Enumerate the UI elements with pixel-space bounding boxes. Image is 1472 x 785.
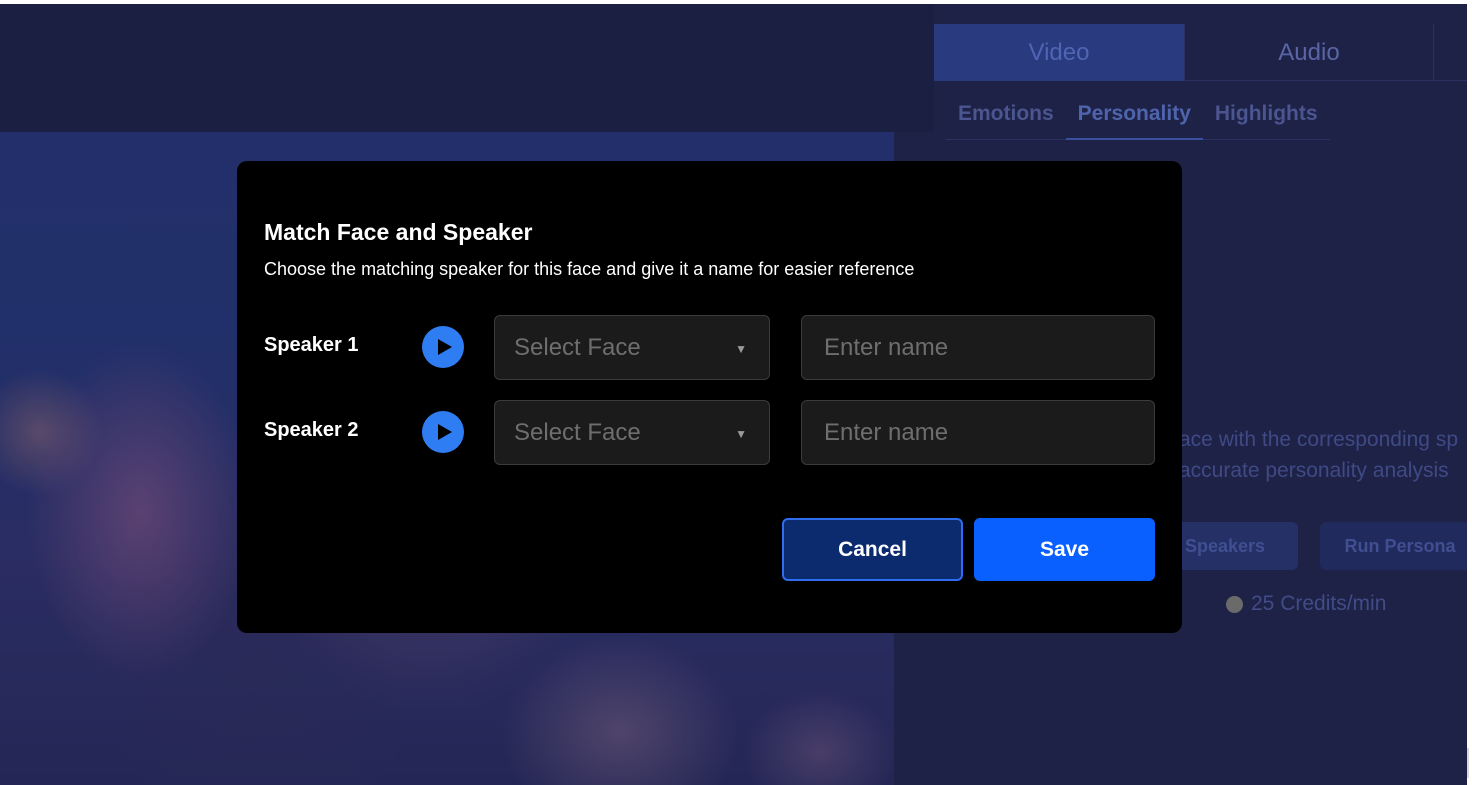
play-icon [437,424,452,440]
personality-description: ace with the corresponding sp accurate p… [1179,424,1467,486]
select-face-dropdown[interactable]: Select Face ▼ [494,315,770,380]
subtab-highlights[interactable]: Highlights [1203,94,1330,140]
speaker-name-input[interactable] [801,400,1155,465]
tab-more[interactable] [1434,24,1467,81]
play-speaker-2-button[interactable] [422,411,464,453]
credits-text: 25 Credits/min [1251,592,1387,615]
media-tabs: Video Audio [934,24,1467,81]
speaker-row: Speaker 1 Select Face ▼ [237,315,1182,381]
caret-down-icon: ▼ [735,427,747,441]
credits-info: 25 Credits/min [1226,592,1386,616]
subtab-emotions[interactable]: Emotions [946,94,1066,140]
coin-icon [1226,595,1243,613]
description-line: accurate personality analysis [1179,459,1449,482]
tab-audio[interactable]: Audio [1184,24,1434,81]
speaker-row: Speaker 2 Select Face ▼ [237,400,1182,466]
dialog-subtitle: Choose the matching speaker for this fac… [264,259,915,279]
save-button[interactable]: Save [974,518,1155,581]
description-line: ace with the corresponding sp [1179,428,1458,451]
tab-video[interactable]: Video [934,24,1184,81]
caret-down-icon: ▼ [735,342,747,356]
subtab-personality[interactable]: Personality [1065,94,1203,140]
play-icon [437,339,452,355]
select-face-dropdown[interactable]: Select Face ▼ [494,400,770,465]
speaker-label: Speaker 1 [264,334,359,356]
window-edge-divider [1467,748,1469,778]
speaker-label: Speaker 2 [264,419,359,441]
select-face-placeholder: Select Face [514,418,641,446]
speaker-name-input[interactable] [801,315,1155,380]
cancel-button[interactable]: Cancel [782,518,963,581]
run-personality-button[interactable]: Run Persona [1320,522,1467,570]
dialog-title: Match Face and Speaker [264,219,533,245]
play-speaker-1-button[interactable] [422,326,464,368]
select-face-placeholder: Select Face [514,333,641,361]
top-bar [0,4,934,132]
app-window: Video Audio Emotions Personality Highlig… [0,4,1467,785]
analysis-subtabs: Emotions Personality Highlights [946,94,1330,140]
match-face-speaker-dialog: Match Face and Speaker Choose the matchi… [237,161,1182,633]
